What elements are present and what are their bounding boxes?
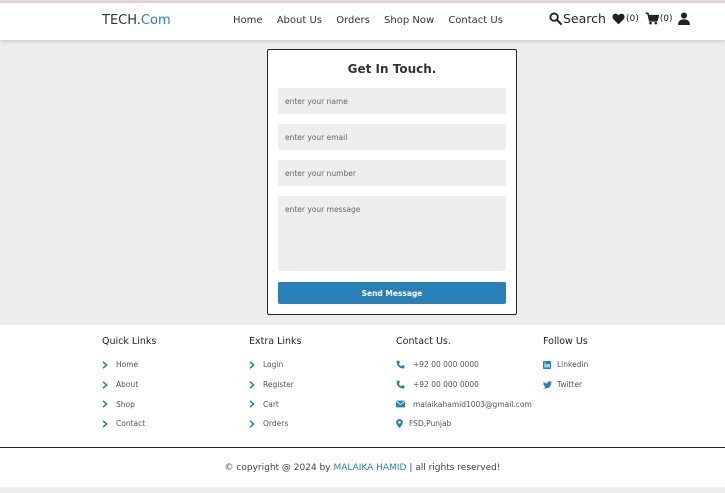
extra-link-login[interactable]: Login [249, 355, 302, 375]
chevron-right-icon [249, 400, 261, 409]
quick-link-label: Contact [116, 419, 146, 429]
nav-home[interactable]: Home [233, 15, 263, 26]
quick-link-label: Shop [116, 399, 135, 409]
follow-column: Follow Us Linkedin Twitter [543, 336, 588, 394]
cart-button[interactable]: (0) [645, 12, 673, 25]
account-button[interactable] [678, 12, 691, 25]
nav-orders[interactable]: Orders [336, 15, 370, 26]
site-header: TECH.Com Home About Us Orders Shop Now C… [0, 3, 725, 40]
chevron-right-icon [102, 420, 114, 428]
contact-email[interactable]: malaikahamid1003@gmail.com [396, 394, 532, 414]
copyright-text: © copyright @ 2024 by MALAIKA HAMID | al… [0, 448, 725, 488]
extra-link-label: Cart [263, 399, 279, 409]
nav-about-us[interactable]: About Us [277, 15, 322, 26]
author-name: MALAIKA HAMID [333, 463, 407, 473]
search-button[interactable]: Search [549, 11, 606, 26]
quick-links-column: Quick Links Home About Shop Contact [102, 336, 156, 434]
contact-phone-1[interactable]: +92 00 000 0000 [396, 355, 532, 375]
phone-icon [396, 380, 411, 389]
quick-link-label: About [116, 380, 139, 390]
extra-link-label: Register [263, 380, 294, 390]
logo-accent: Com [140, 13, 171, 28]
phone-icon [396, 360, 411, 369]
user-icon [678, 12, 691, 25]
extra-link-orders[interactable]: Orders [249, 414, 302, 434]
main-nav: Home About Us Orders Shop Now Contact Us [233, 15, 514, 26]
contact-title: Contact Us. [396, 336, 451, 347]
quick-link-home[interactable]: Home [102, 355, 156, 375]
name-input[interactable] [278, 88, 506, 114]
nav-shop-now[interactable]: Shop Now [384, 15, 434, 26]
extra-link-label: Login [263, 360, 284, 370]
chevron-right-icon [249, 361, 261, 369]
chevron-right-icon [102, 400, 114, 409]
follow-label: Twitter [557, 380, 583, 390]
envelope-icon [396, 400, 411, 408]
search-icon [549, 12, 562, 25]
cart-count: (0) [659, 13, 673, 24]
logo-main: TECH. [102, 13, 141, 28]
chevron-right-icon [102, 361, 114, 369]
message-input[interactable] [278, 196, 506, 271]
quick-links-title: Quick Links [102, 336, 157, 347]
quick-link-shop[interactable]: Shop [102, 394, 156, 414]
contact-phone-text: +92 00 000 0000 [413, 360, 479, 370]
extra-link-label: Orders [263, 419, 289, 429]
copyright-prefix: © copyright @ 2024 by [224, 463, 331, 473]
search-label: Search [563, 11, 606, 26]
follow-linkedin[interactable]: Linkedin [543, 355, 588, 375]
contact-location: FSD,Punjab [396, 414, 532, 434]
contact-form: Get In Touch. Send Message [267, 49, 517, 315]
copyright-bar: © copyright @ 2024 by MALAIKA HAMID | al… [0, 447, 725, 487]
quick-link-contact[interactable]: Contact [102, 414, 156, 434]
extra-link-register[interactable]: Register [249, 375, 302, 395]
quick-link-about[interactable]: About [102, 375, 156, 395]
nav-contact-us[interactable]: Contact Us [448, 15, 503, 26]
contact-phone-2[interactable]: +92 00 000 0000 [396, 375, 532, 395]
cart-icon [645, 12, 659, 25]
copyright-suffix: | all rights reserved! [409, 463, 501, 473]
form-title: Get In Touch. [347, 62, 437, 76]
extra-link-cart[interactable]: Cart [249, 394, 302, 414]
twitter-icon [543, 380, 555, 389]
extra-links-column: Extra Links Login Register Cart Orders [249, 336, 302, 434]
wishlist-button[interactable]: (0) [612, 13, 639, 25]
contact-section: Get In Touch. Send Message [0, 40, 725, 325]
follow-twitter[interactable]: Twitter [543, 375, 588, 395]
follow-label: Linkedin [557, 360, 589, 370]
map-marker-icon [396, 419, 407, 429]
follow-title: Follow Us [543, 336, 588, 347]
site-footer: Quick Links Home About Shop Contact Extr… [0, 325, 725, 447]
contact-column: Contact Us. +92 00 000 0000 +92 00 000 0… [396, 336, 532, 434]
contact-phone-text: +92 00 000 0000 [413, 380, 479, 390]
quick-link-label: Home [116, 360, 139, 370]
wishlist-count: (0) [625, 13, 639, 24]
heart-icon [612, 13, 625, 24]
contact-location-text: FSD,Punjab [409, 419, 452, 429]
send-message-button[interactable]: Send Message [278, 282, 506, 304]
extra-links-title: Extra Links [249, 336, 302, 347]
header-icons: Search (0) (0) [549, 11, 696, 26]
chevron-right-icon [249, 380, 261, 389]
linkedin-icon [543, 360, 555, 369]
chevron-right-icon [102, 380, 114, 389]
chevron-right-icon [249, 420, 261, 428]
email-input[interactable] [278, 124, 506, 150]
logo[interactable]: TECH.Com [102, 13, 171, 28]
number-input[interactable] [278, 160, 506, 186]
contact-email-text: malaikahamid1003@gmail.com [413, 399, 532, 409]
bottom-strip [0, 487, 725, 493]
